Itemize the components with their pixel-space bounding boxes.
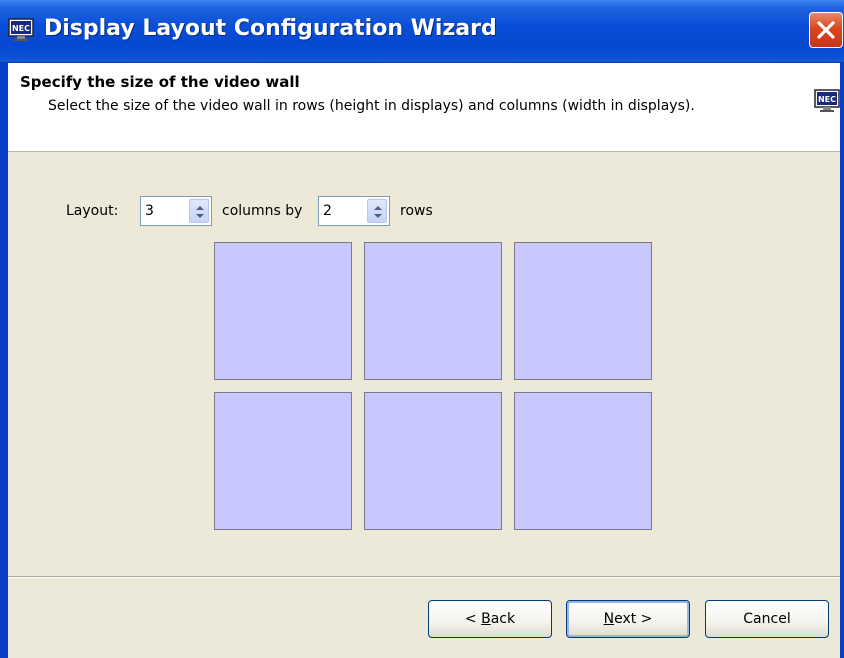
close-button[interactable] bbox=[809, 12, 843, 48]
display-tile bbox=[514, 392, 652, 530]
next-button-label: ext > bbox=[614, 611, 653, 627]
rows-spin-arrows[interactable] bbox=[367, 199, 387, 223]
wizard-window: NEC Display Layout Configuration Wizard … bbox=[0, 0, 844, 658]
display-tile bbox=[514, 242, 652, 380]
display-tile bbox=[364, 242, 502, 380]
columns-stepper[interactable]: 3 bbox=[140, 196, 212, 226]
rows-label: rows bbox=[400, 203, 433, 219]
display-tile bbox=[364, 392, 502, 530]
spin-arrows-icon bbox=[196, 206, 204, 218]
page-description: Select the size of the video wall in row… bbox=[48, 98, 695, 114]
wizard-header: Specify the size of the video wall Selec… bbox=[0, 63, 844, 152]
svg-text:NEC: NEC bbox=[818, 95, 836, 104]
nec-monitor-icon: NEC bbox=[814, 89, 840, 115]
window-border-right bbox=[840, 63, 844, 658]
nec-monitor-icon: NEC bbox=[8, 18, 34, 42]
page-title: Specify the size of the video wall bbox=[20, 73, 300, 91]
window-border-left bbox=[0, 63, 8, 658]
back-button[interactable]: < Back bbox=[428, 600, 552, 638]
cancel-button[interactable]: Cancel bbox=[705, 600, 829, 638]
svg-text:NEC: NEC bbox=[12, 24, 30, 33]
title-bar[interactable]: NEC Display Layout Configuration Wizard bbox=[0, 0, 844, 63]
window-title: Display Layout Configuration Wizard bbox=[44, 16, 497, 41]
next-button-mnemonic: N bbox=[603, 611, 615, 627]
next-button[interactable]: Next > bbox=[566, 600, 690, 638]
columns-value: 3 bbox=[145, 203, 154, 219]
close-icon bbox=[817, 21, 835, 39]
layout-label: Layout: bbox=[66, 203, 119, 219]
spin-arrows-icon bbox=[374, 206, 382, 218]
display-tile bbox=[214, 242, 352, 380]
rows-value: 2 bbox=[323, 203, 332, 219]
display-tile bbox=[214, 392, 352, 530]
footer-separator bbox=[8, 576, 840, 578]
columns-by-label: columns by bbox=[222, 203, 303, 219]
columns-spin-arrows[interactable] bbox=[189, 199, 209, 223]
back-button-label: ack bbox=[490, 611, 516, 627]
back-button-mnemonic: B bbox=[481, 611, 491, 627]
back-button-prefix: < bbox=[464, 611, 482, 627]
cancel-button-label: Cancel bbox=[743, 611, 791, 627]
rows-stepper[interactable]: 2 bbox=[318, 196, 390, 226]
